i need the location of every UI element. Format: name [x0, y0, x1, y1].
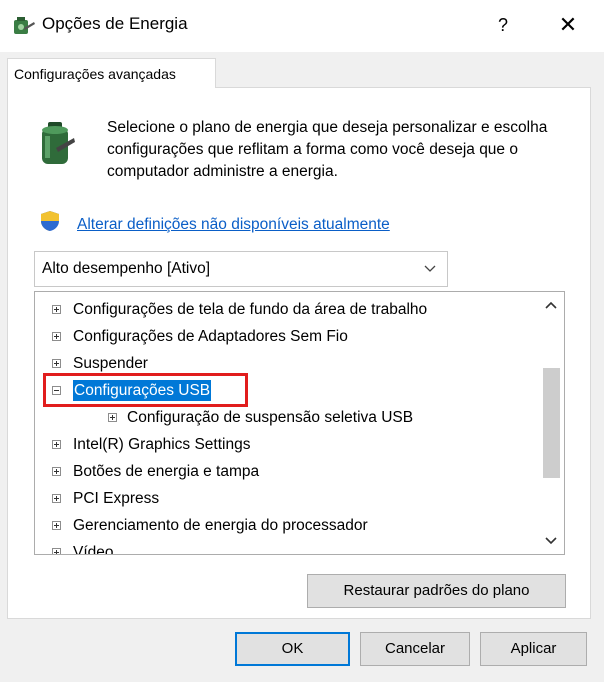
- ok-button[interactable]: OK: [235, 632, 350, 666]
- scrollbar-thumb[interactable]: [543, 368, 560, 478]
- expand-icon[interactable]: [52, 440, 61, 449]
- change-unavailable-settings-link[interactable]: Alterar definições não disponíveis atual…: [77, 216, 390, 234]
- tree-item-label: Configurações de tela de fundo da área d…: [73, 301, 428, 318]
- expand-icon[interactable]: [52, 332, 61, 341]
- battery-plan-icon: [42, 122, 75, 164]
- apply-button[interactable]: Aplicar: [480, 632, 587, 666]
- chevron-down-icon: [424, 265, 436, 272]
- tab-advanced-settings[interactable]: Configurações avançadas: [7, 58, 216, 88]
- tree-item[interactable]: Configurações de Adaptadores Sem Fio: [35, 323, 538, 350]
- power-plan-dropdown-value: Alto desempenho [Ativo]: [42, 260, 211, 277]
- window-title: Opções de Energia: [42, 14, 188, 33]
- scroll-up-arrow-icon[interactable]: [538, 294, 564, 318]
- plan-description: Selecione o plano de energia que deseja …: [107, 119, 548, 180]
- tree-item[interactable]: Intel(R) Graphics Settings: [35, 431, 538, 458]
- help-button[interactable]: ?: [486, 6, 520, 44]
- expand-icon[interactable]: [52, 305, 61, 314]
- tree-item[interactable]: Configurações de tela de fundo da área d…: [35, 296, 538, 323]
- scroll-down-arrow-icon[interactable]: [538, 528, 564, 552]
- tree-item[interactable]: Suspender: [35, 350, 538, 377]
- expand-icon[interactable]: [52, 359, 61, 368]
- tree-item[interactable]: PCI Express: [35, 485, 538, 512]
- tree-item-label: Intel(R) Graphics Settings: [73, 436, 251, 453]
- expand-icon[interactable]: [52, 548, 61, 554]
- title-bar: Opções de Energia ? ✕: [0, 0, 604, 52]
- collapse-icon[interactable]: [52, 386, 61, 395]
- tree-item-label: Suspender: [73, 355, 148, 372]
- tree-item-label: Vídeo: [73, 544, 114, 555]
- expand-icon[interactable]: [52, 467, 61, 476]
- power-options-dialog: Opções de Energia ? ✕ Configurações avan…: [0, 0, 604, 682]
- restore-defaults-button[interactable]: Restaurar padrões do plano: [307, 574, 566, 608]
- cancel-button[interactable]: Cancelar: [360, 632, 470, 666]
- power-plan-dropdown[interactable]: Alto desempenho [Ativo]: [34, 251, 448, 287]
- expand-icon[interactable]: [108, 413, 117, 422]
- uac-shield-icon: [41, 211, 59, 231]
- tree-item[interactable]: Configuração de suspensão seletiva USB: [35, 404, 538, 431]
- tree-item-label: Botões de energia e tampa: [73, 463, 260, 480]
- advanced-settings-tree[interactable]: Configurações de tela de fundo da área d…: [34, 291, 565, 555]
- tree-items: Configurações de tela de fundo da área d…: [35, 296, 538, 555]
- tree-item-label: PCI Express: [73, 490, 160, 507]
- tree-item[interactable]: Botões de energia e tampa: [35, 458, 538, 485]
- tree-item[interactable]: Vídeo: [35, 539, 538, 555]
- tree-item-label: Gerenciamento de energia do processador: [73, 517, 368, 534]
- tree-item-label: Configurações USB: [73, 380, 212, 401]
- expand-icon[interactable]: [52, 494, 61, 503]
- power-options-icon: [14, 17, 35, 34]
- tree-item-label: Configuração de suspensão seletiva USB: [127, 409, 414, 426]
- close-button[interactable]: ✕: [551, 6, 585, 44]
- tree-item[interactable]: Gerenciamento de energia do processador: [35, 512, 538, 539]
- expand-icon[interactable]: [52, 521, 61, 530]
- vertical-scrollbar[interactable]: [538, 292, 564, 554]
- tree-item-label: Configurações de Adaptadores Sem Fio: [73, 328, 348, 345]
- tree-item[interactable]: Configurações USB: [35, 377, 538, 404]
